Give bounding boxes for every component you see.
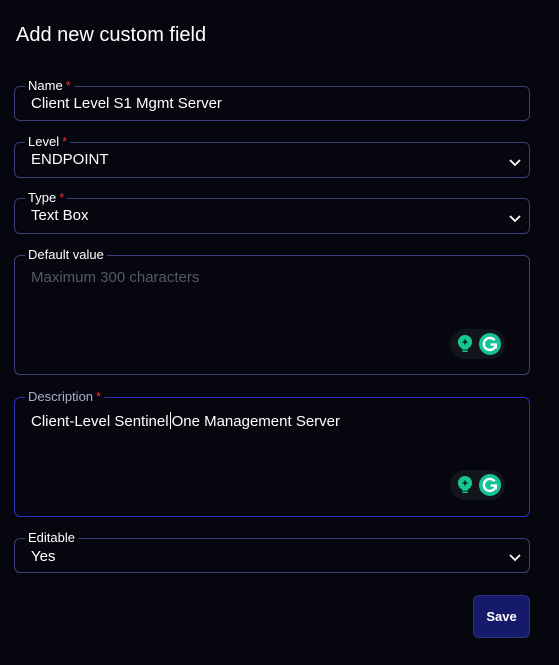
writing-assistant-widget[interactable] <box>450 470 505 500</box>
dialog-title: Add new custom field <box>16 24 207 46</box>
description-label: Description * <box>25 389 105 405</box>
description-value: Client-Level Sentinel One Management Serv… <box>31 412 340 430</box>
grammarly-icon[interactable] <box>478 332 502 356</box>
chevron-down-icon[interactable] <box>507 549 523 565</box>
writing-assistant-widget[interactable] <box>450 329 505 359</box>
default-value-textarea[interactable]: Default value Maximum 300 characters <box>14 247 530 375</box>
default-value-placeholder: Maximum 300 characters <box>31 269 200 286</box>
required-marker: * <box>62 134 68 149</box>
chevron-down-icon[interactable] <box>507 210 523 226</box>
editable-select[interactable]: Editable Yes <box>14 530 530 573</box>
required-marker: * <box>59 190 65 205</box>
lightbulb-icon[interactable] <box>454 333 476 355</box>
name-field[interactable]: Name * Client Level S1 Mgmt Server <box>14 78 530 121</box>
name-label: Name * <box>25 78 74 94</box>
save-button[interactable]: Save <box>473 595 530 638</box>
required-marker: * <box>96 389 102 404</box>
level-select[interactable]: Level * ENDPOINT <box>14 134 530 178</box>
chevron-down-icon[interactable] <box>507 154 523 170</box>
type-select[interactable]: Type * Text Box <box>14 190 530 234</box>
name-value: Client Level S1 Mgmt Server <box>31 95 222 112</box>
default-value-label: Default value <box>25 247 107 263</box>
editable-value: Yes <box>31 548 56 565</box>
description-textarea[interactable]: Description * Client-Level Sentinel One Ma… <box>14 389 530 517</box>
required-marker: * <box>65 78 71 93</box>
grammarly-icon[interactable] <box>478 473 502 497</box>
text-cursor <box>169 412 171 429</box>
level-label: Level * <box>25 134 71 150</box>
type-value: Text Box <box>31 207 89 224</box>
level-value: ENDPOINT <box>31 151 109 168</box>
editable-label: Editable <box>25 530 78 546</box>
type-label: Type * <box>25 190 68 206</box>
lightbulb-icon[interactable] <box>454 474 476 496</box>
